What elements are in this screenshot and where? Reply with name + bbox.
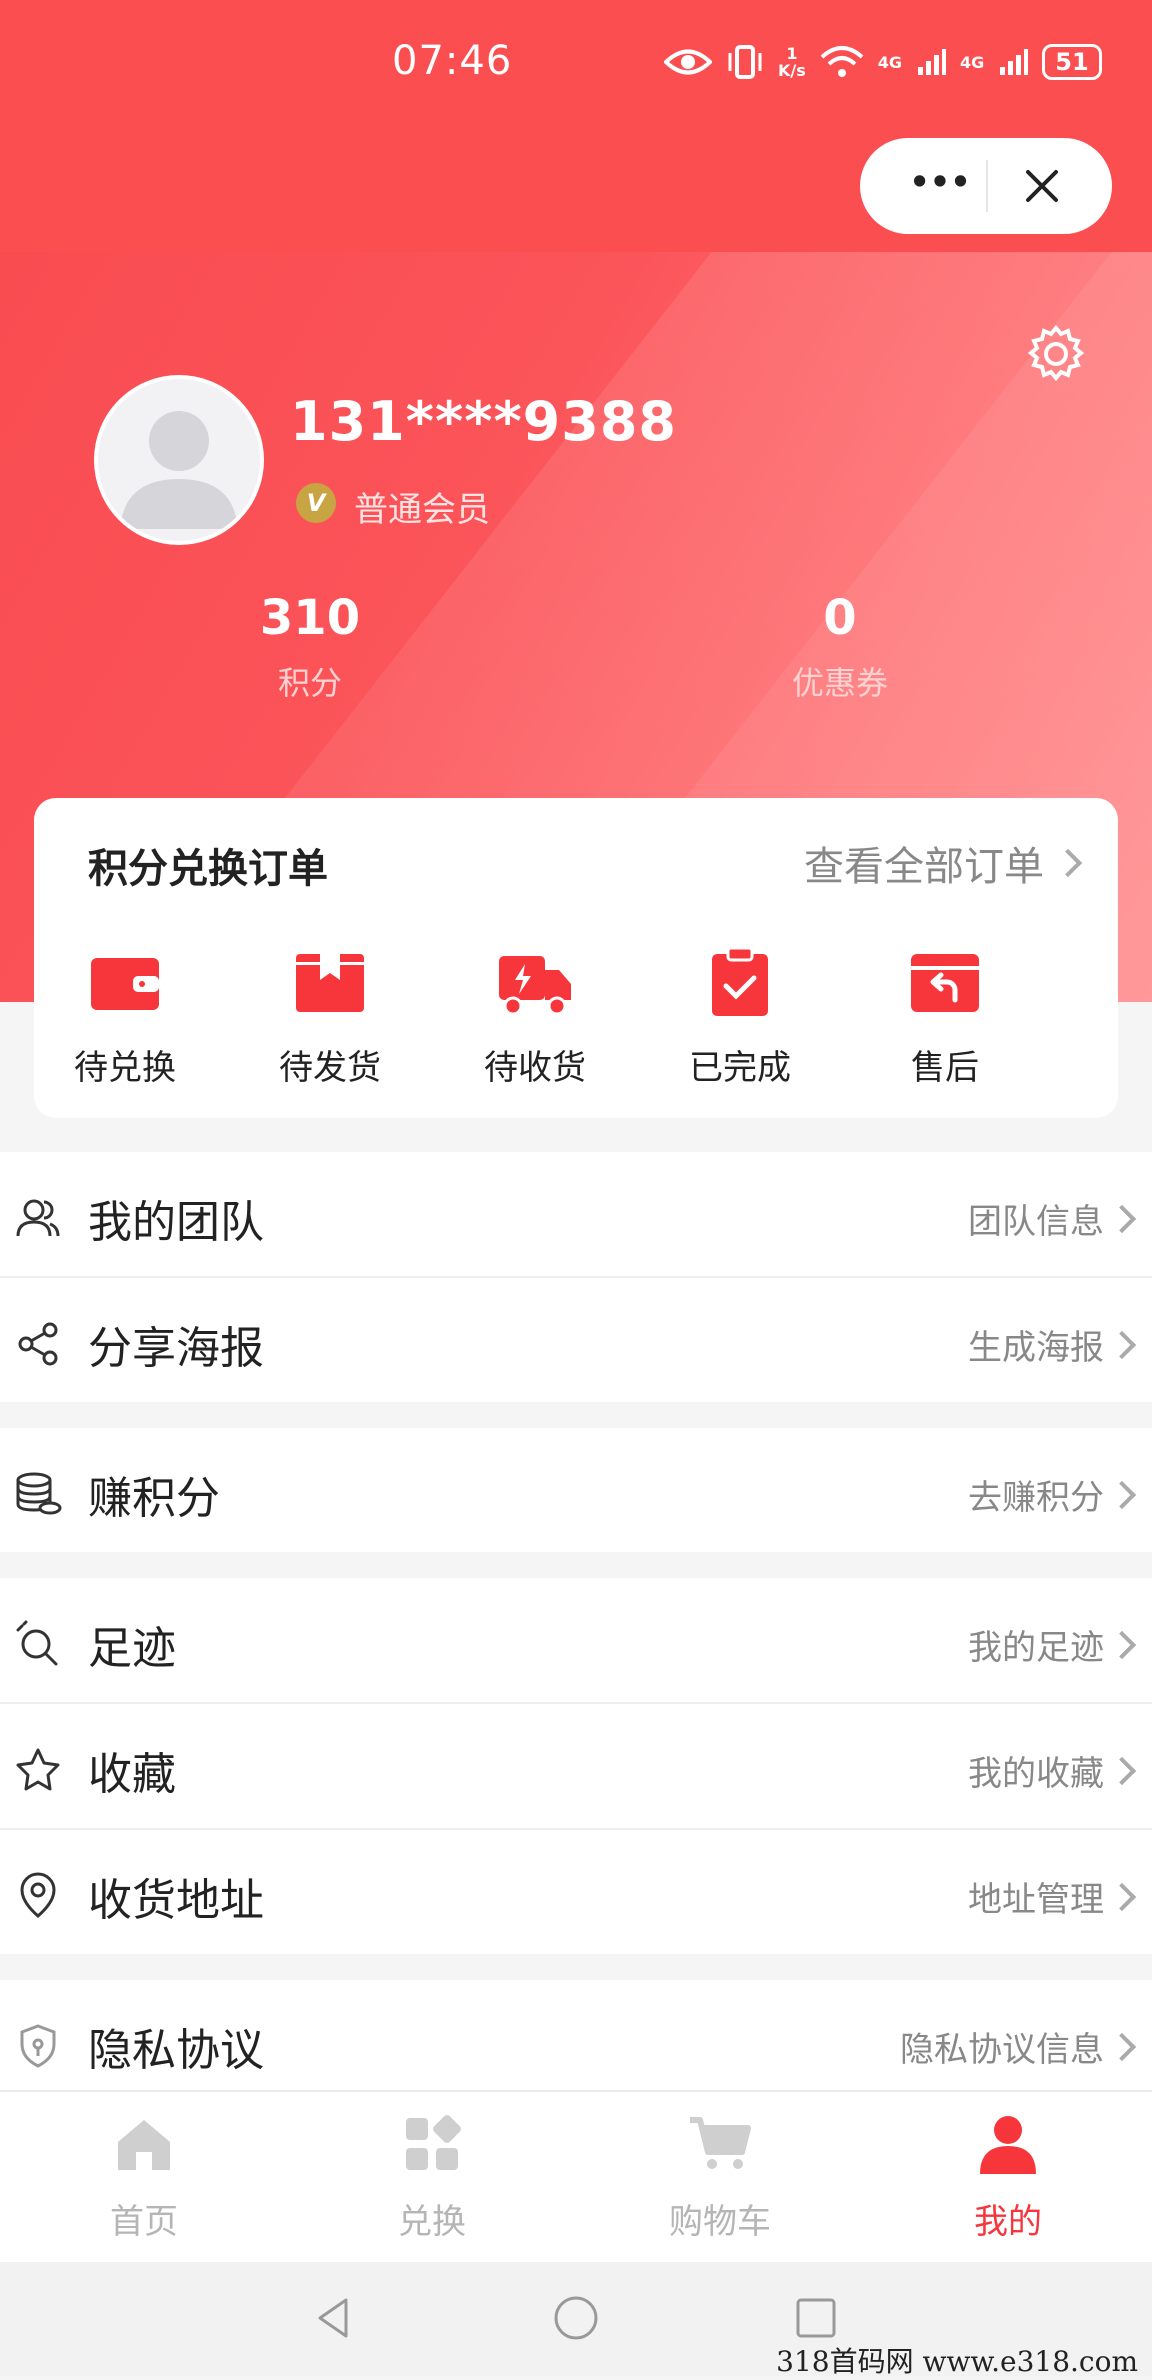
menu-title: 分享海报 (88, 1323, 264, 1374)
order-completed[interactable]: 已完成 (660, 946, 820, 1089)
menu-title: 隐私协议 (88, 2025, 264, 2076)
status-icons: 1 K/s 4G 4G 51 (664, 44, 1102, 80)
recents-icon[interactable] (788, 2290, 844, 2346)
menu-right-text: 我的足迹 (968, 1620, 1137, 1669)
coins-icon (16, 1472, 62, 1515)
order-after-sales[interactable]: 售后 (865, 948, 1025, 1089)
status-time: 07:46 (392, 38, 513, 84)
gear-icon[interactable] (1024, 322, 1088, 386)
menu-shipping-address[interactable]: 收货地址 地址管理 (0, 1830, 1152, 1954)
avatar-placeholder-icon (120, 411, 238, 529)
menu-title: 收藏 (88, 1749, 176, 1800)
order-pending-receipt[interactable]: 待收货 (455, 948, 615, 1089)
points-label: 积分 (277, 664, 342, 702)
back-icon[interactable] (306, 2290, 362, 2346)
menu-right-text: 团队信息 (968, 1194, 1137, 1243)
orders-title: 积分兑换订单 (88, 846, 328, 892)
signal-icon (1000, 49, 1029, 75)
star-icon (16, 1748, 60, 1791)
more-button[interactable]: ••• (900, 160, 980, 212)
menu-right-text: 生成海报 (968, 1320, 1137, 1369)
menu-title: 赚积分 (88, 1473, 220, 1524)
coupons-stat[interactable]: 0 优惠券 (710, 590, 970, 704)
coupons-label: 优惠券 (791, 664, 888, 702)
close-icon[interactable] (1020, 164, 1064, 208)
menu-right-text: 去赚积分 (968, 1470, 1137, 1519)
menu-privacy-agreement[interactable]: 隐私协议 隐私协议信息 (0, 1980, 1152, 2090)
location-icon (20, 1872, 56, 1918)
menu-title: 足迹 (88, 1623, 176, 1674)
watermark: 318首码网 www.e318.com (776, 2345, 1138, 2378)
mini-program-capsule: ••• (860, 138, 1112, 234)
menu-title: 收货地址 (88, 1875, 264, 1926)
chevron-right-icon (1107, 1480, 1137, 1509)
battery-indicator: 51 (1042, 44, 1102, 80)
order-pending-exchange[interactable]: 待兑换 (45, 948, 205, 1089)
box-icon (296, 954, 364, 1012)
user-icon (980, 2116, 1036, 2174)
footprint-icon (16, 1620, 58, 1666)
member-level-badge: V (296, 483, 336, 523)
chevron-right-icon (1053, 848, 1083, 878)
team-icon (16, 1199, 60, 1237)
share-icon (18, 1322, 58, 1366)
signal2-label: 4G (960, 52, 985, 72)
chevron-right-icon (1107, 1204, 1137, 1233)
wifi-icon (820, 46, 864, 77)
net-speed: 1 K/s (778, 44, 806, 80)
menu-footprint[interactable]: 足迹 我的足迹 (0, 1578, 1152, 1702)
home-icon (118, 2120, 170, 2170)
menu-earn-points[interactable]: 赚积分 去赚积分 (0, 1428, 1152, 1552)
menu-right-text: 我的收藏 (968, 1746, 1137, 1795)
grid-icon (406, 2115, 461, 2170)
menu-title: 我的团队 (88, 1197, 264, 1248)
menu-right-text: 隐私协议信息 (900, 2022, 1137, 2071)
clipboard-check-icon (712, 946, 768, 1016)
chevron-right-icon (1107, 1756, 1137, 1785)
points-stat[interactable]: 310 积分 (180, 590, 440, 704)
coupons-value: 0 (823, 590, 857, 646)
menu-share-poster[interactable]: 分享海报 生成海报 (0, 1278, 1152, 1402)
tab-home[interactable]: 首页 (44, 2112, 244, 2243)
wallet-icon (91, 958, 159, 1010)
chevron-right-icon (1107, 2032, 1137, 2061)
menu-favorites[interactable]: 收藏 我的收藏 (0, 1704, 1152, 1828)
chevron-right-icon (1107, 1330, 1137, 1359)
user-phone: 131****9388 (290, 390, 677, 453)
return-icon (911, 954, 979, 1012)
order-pending-shipment[interactable]: 待发货 (250, 948, 410, 1089)
eye-icon (664, 49, 712, 75)
chevron-right-icon (1107, 1882, 1137, 1911)
points-value: 310 (259, 590, 361, 646)
member-level-label: 普通会员 (354, 490, 490, 530)
tab-cart[interactable]: 购物车 (620, 2112, 820, 2243)
view-all-orders-link[interactable]: 查看全部订单 (804, 834, 1083, 892)
signal-icon (918, 49, 947, 75)
bottom-tab-bar: 首页 兑换 购物车 我的 (0, 2090, 1152, 2262)
menu-my-team[interactable]: 我的团队 团队信息 (0, 1152, 1152, 1276)
home-nav-icon[interactable] (548, 2290, 604, 2346)
signal1-label: 4G (877, 52, 903, 72)
truck-icon (499, 956, 571, 1016)
shield-icon (20, 2024, 56, 2068)
menu-right-text: 地址管理 (968, 1872, 1137, 1921)
vibrate-icon (728, 45, 762, 79)
chevron-right-icon (1107, 1630, 1137, 1659)
points-orders-card: 积分兑换订单 查看全部订单 待兑换 待发货 待收货 已完成 售后 (34, 798, 1118, 1118)
cart-icon (690, 2117, 751, 2169)
avatar[interactable] (94, 375, 264, 545)
tab-mine[interactable]: 我的 (908, 2112, 1108, 2243)
tab-exchange[interactable]: 兑换 (332, 2112, 532, 2243)
